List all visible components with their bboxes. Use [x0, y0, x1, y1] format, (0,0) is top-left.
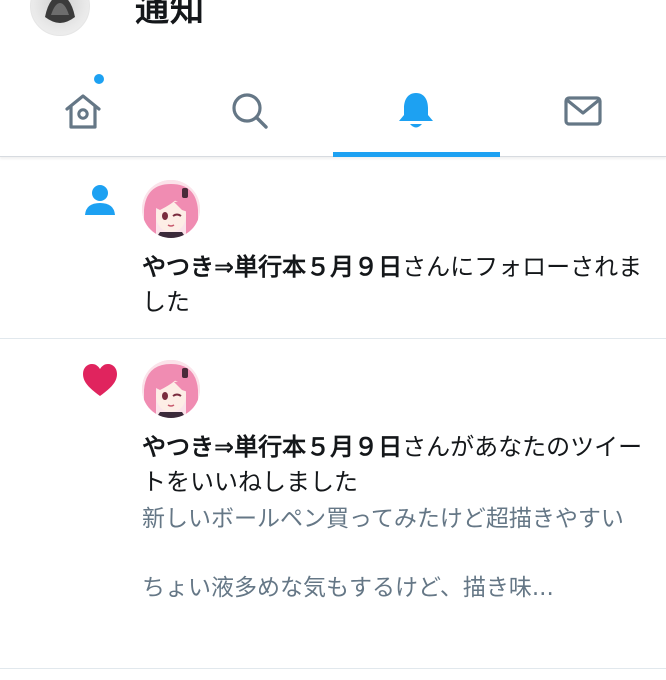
actor-name[interactable]: やつき⇒単行本５月９日 [142, 253, 402, 281]
notification-text: やつき⇒単行本５月９日さんにフォローされました [142, 250, 652, 320]
heart-icon [83, 364, 117, 396]
liked-tweet-preview[interactable]: 新しいボールペン買ってみたけど超描きやすい ちょい液多めな気もするけど、描き味.… [142, 502, 642, 606]
tab-messages[interactable] [500, 66, 666, 156]
follow-type-indicator [80, 180, 120, 220]
anime-avatar-icon [142, 360, 200, 418]
actor-avatar[interactable] [142, 360, 200, 418]
user-avatar-icon [45, 0, 75, 23]
actor-avatar[interactable] [142, 180, 200, 238]
home-icon [65, 94, 101, 129]
active-tab-indicator [333, 152, 500, 157]
notifications-screen: 通知 やつき⇒単行本５月９日さんにフォローされました やつき⇒単行本５月９日さん… [0, 0, 666, 680]
actor-name[interactable]: やつき⇒単行本５月９日 [142, 433, 402, 461]
bell-icon [399, 93, 434, 128]
notification-follow[interactable]: やつき⇒単行本５月９日さんにフォローされました [0, 158, 666, 339]
tweet-text-line: 新しいボールペン買ってみたけど超描きやすい [142, 506, 624, 532]
tab-home[interactable] [0, 66, 167, 156]
notification-like[interactable]: やつき⇒単行本５月９日さんがあなたのツイートをいいねしました 新しいボールペン買… [0, 338, 666, 669]
anime-avatar-icon [142, 180, 200, 238]
like-type-indicator [80, 360, 120, 400]
tab-bar [0, 66, 666, 157]
search-icon [232, 93, 268, 129]
mail-icon [564, 96, 602, 126]
profile-avatar[interactable] [30, 0, 90, 36]
page-title: 通知 [135, 0, 205, 30]
tab-search[interactable] [167, 66, 334, 156]
header: 通知 [0, 0, 666, 58]
tweet-text-line: ちょい液多めな気もするけど、描き味... [142, 575, 554, 601]
person-icon [85, 185, 115, 215]
new-content-dot [94, 74, 104, 84]
tab-notifications[interactable] [333, 66, 500, 157]
notification-text: やつき⇒単行本５月９日さんがあなたのツイートをいいねしました [142, 430, 652, 500]
